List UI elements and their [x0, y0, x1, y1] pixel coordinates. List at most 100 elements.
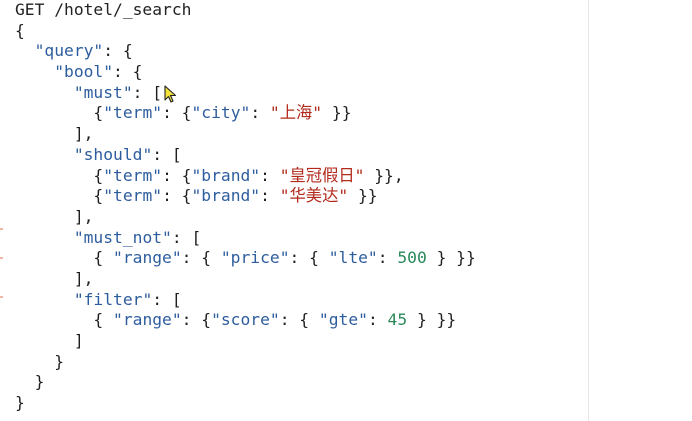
mouse-pointer-icon — [164, 85, 177, 103]
code-token: : { — [103, 41, 133, 61]
code-token: { — [93, 165, 104, 185]
code-content[interactable]: GET /hotel/_search { "query": { "bool": … — [15, 0, 476, 414]
code-line[interactable]: { "range": {"score": { "gte": 45 } }} — [15, 310, 476, 331]
code-token: "must" — [73, 82, 133, 102]
code-line[interactable]: "must": [ — [15, 83, 476, 104]
code-token: : { — [181, 248, 221, 268]
code-token: "bool" — [54, 62, 114, 82]
code-token: "must_not" — [73, 227, 172, 247]
code-token: : { — [162, 103, 192, 123]
code-token: : { — [289, 248, 329, 268]
code-token: } — [34, 372, 45, 392]
code-token: : [ — [152, 144, 182, 164]
code-line[interactable]: ], — [15, 269, 476, 290]
code-token: } — [54, 351, 65, 371]
code-token: }} — [348, 186, 378, 206]
code-token: } — [15, 393, 25, 413]
code-token: : { — [162, 186, 192, 206]
response-pane — [589, 0, 692, 421]
code-token: "gte" — [318, 310, 368, 330]
code-token: : — [260, 186, 280, 206]
code-token: "华美达" — [279, 186, 349, 206]
code-token: "price" — [220, 248, 290, 268]
code-token: "filter" — [73, 289, 153, 309]
code-token: : { — [279, 310, 319, 330]
code-token: : — [367, 310, 388, 330]
code-token: "range" — [113, 248, 182, 268]
code-line[interactable]: {"term": {"brand": "华美达" }} — [15, 186, 476, 207]
code-line[interactable]: } — [15, 372, 476, 393]
gutter-marks — [0, 0, 3, 421]
code-token: }}, — [364, 165, 404, 185]
code-line[interactable]: } — [15, 393, 476, 414]
code-line[interactable]: {"term": {"city": "上海" }} — [15, 103, 476, 124]
code-line[interactable]: } — [15, 352, 476, 373]
code-token: "query" — [34, 41, 104, 61]
code-token: : { — [162, 165, 192, 185]
code-line[interactable]: "filter": [ — [15, 290, 476, 311]
code-token: { — [93, 310, 114, 330]
code-line[interactable]: "must_not": [ — [15, 228, 476, 249]
code-token: "should" — [73, 144, 153, 164]
code-line[interactable]: { "range": { "price": { "lte": 500 } }} — [15, 248, 476, 269]
code-line[interactable]: ], — [15, 124, 476, 145]
code-line[interactable]: "should": [ — [15, 145, 476, 166]
code-token: "brand" — [191, 165, 261, 185]
gutter-mark — [0, 257, 3, 259]
code-line[interactable]: {"term": {"brand": "皇冠假日" }}, — [15, 166, 476, 187]
code-token: 500 — [397, 248, 427, 268]
code-token: } }} — [407, 310, 457, 330]
code-token: : [ — [171, 227, 202, 247]
code-token: : { — [181, 310, 212, 330]
code-token: { — [15, 20, 25, 40]
code-line[interactable]: ], — [15, 207, 476, 228]
code-token: : — [377, 248, 398, 268]
code-token: : — [250, 103, 270, 123]
code-token: { — [93, 186, 104, 206]
code-token: "上海" — [269, 103, 323, 123]
gutter-mark — [0, 228, 3, 230]
code-token: ] — [73, 331, 84, 350]
code-token: "term" — [103, 165, 163, 185]
code-token: : — [260, 165, 280, 185]
code-token: "皇冠假日" — [279, 165, 365, 185]
code-token: "lte" — [328, 248, 378, 268]
code-token: : [ — [132, 82, 163, 102]
code-token: "score" — [211, 310, 280, 330]
code-token: } }} — [426, 248, 476, 268]
code-editor[interactable]: GET /hotel/_search { "query": { "bool": … — [0, 0, 589, 421]
code-line[interactable]: "bool": { — [15, 62, 476, 83]
code-token: "term" — [103, 103, 163, 123]
code-token: "brand" — [191, 186, 261, 206]
code-token: { — [93, 103, 104, 123]
code-line[interactable]: ] — [15, 331, 476, 352]
code-token: }} — [322, 103, 352, 123]
request-line[interactable]: GET /hotel/_search — [15, 0, 476, 21]
code-token: : [ — [152, 289, 182, 309]
code-line[interactable]: "query": { — [15, 41, 476, 62]
code-token: "city" — [191, 103, 251, 123]
code-token: 45 — [387, 310, 408, 330]
code-token: ], — [73, 206, 94, 226]
code-token: ], — [73, 124, 94, 144]
code-token: ], — [73, 268, 94, 288]
code-token: : { — [113, 62, 143, 82]
code-line[interactable]: { — [15, 21, 476, 42]
code-token: "range" — [113, 310, 182, 330]
